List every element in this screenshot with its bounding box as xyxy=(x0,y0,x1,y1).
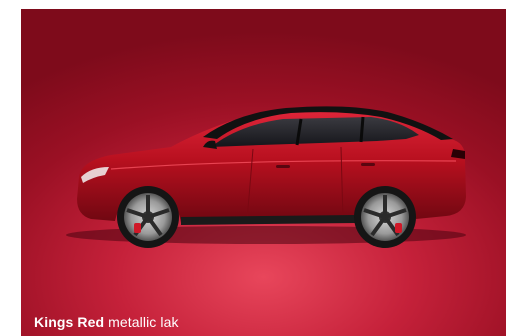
color-caption: Kings Red metallic lak xyxy=(34,314,179,330)
door-handle-rear xyxy=(361,163,375,166)
color-name: Kings Red xyxy=(34,314,105,330)
color-finish: metallic lak xyxy=(108,314,179,330)
color-swatch-tile: Kings Red metallic lak xyxy=(21,9,506,336)
car-side-view-image xyxy=(66,106,466,248)
front-wheel xyxy=(117,186,179,248)
door-handle-front xyxy=(276,165,290,168)
c-pillar xyxy=(359,116,365,143)
rear-wheel xyxy=(354,186,416,248)
